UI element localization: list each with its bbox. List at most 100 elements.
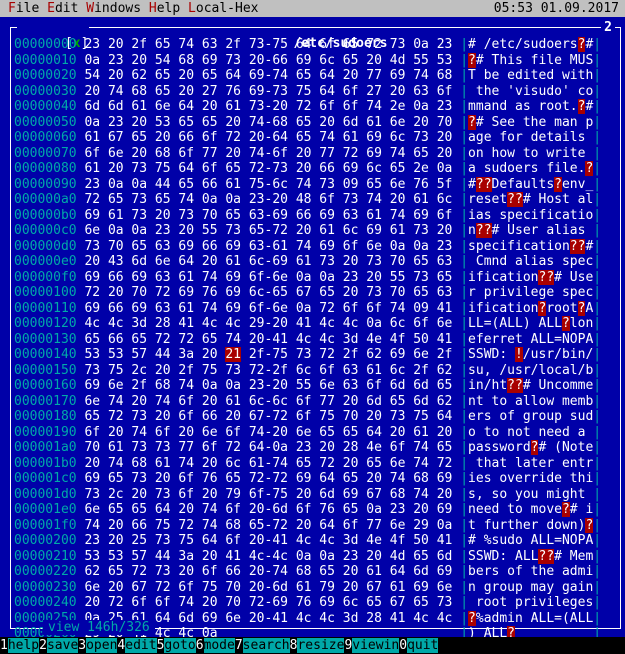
- hex-byte[interactable]: 73: [178, 208, 194, 223]
- hex-byte[interactable]: 6f: [366, 301, 382, 316]
- hex-byte[interactable]: 6f: [202, 161, 218, 176]
- ascii-char[interactable]: u: [476, 363, 484, 378]
- hex-byte[interactable]: 65: [155, 84, 171, 99]
- ascii-char[interactable]: e: [570, 161, 578, 176]
- ascii-char[interactable]: a: [476, 208, 484, 223]
- hex-byte[interactable]: 65: [131, 502, 147, 517]
- ascii-char[interactable]: i: [468, 471, 476, 486]
- ascii-char[interactable]: a: [468, 161, 476, 176]
- ascii-char[interactable]: t: [562, 192, 570, 207]
- hex-byte[interactable]: 6e: [84, 223, 100, 238]
- hex-byte[interactable]: 64: [155, 611, 171, 626]
- hex-byte[interactable]: 61: [155, 456, 171, 471]
- ascii-char[interactable]: o: [507, 440, 515, 455]
- ascii-char[interactable]: N: [562, 440, 570, 455]
- ascii-char[interactable]: s: [468, 487, 476, 502]
- ascii-char[interactable]: [507, 549, 515, 564]
- ascii-char[interactable]: e: [515, 471, 523, 486]
- ascii-char[interactable]: s: [523, 37, 531, 52]
- hex-byte[interactable]: 73: [155, 564, 171, 579]
- ascii-char[interactable]: i: [515, 285, 523, 300]
- hex-byte[interactable]: 77: [319, 146, 335, 161]
- ascii-char[interactable]: s: [468, 363, 476, 378]
- ascii-char[interactable]: d: [499, 161, 507, 176]
- ascii-char[interactable]: S: [476, 549, 484, 564]
- hex-byte[interactable]: 68: [390, 487, 406, 502]
- hex-byte[interactable]: 0a: [225, 192, 241, 207]
- hex-byte[interactable]: 65: [319, 285, 335, 300]
- ascii-char[interactable]: e: [562, 456, 570, 471]
- hex-row[interactable]: 000000f0 69 66 69 63 61 74 69 6f-6e 0a 0…: [14, 269, 620, 286]
- hex-byte[interactable]: 20: [202, 487, 218, 502]
- ascii-char[interactable]: r: [515, 440, 523, 455]
- hex-byte[interactable]: 50: [413, 332, 429, 347]
- ascii-char[interactable]: A: [499, 316, 507, 331]
- hex-byte[interactable]: 2f: [249, 347, 265, 362]
- ascii-char[interactable]: t: [515, 332, 523, 347]
- hex-byte[interactable]: 6f: [343, 239, 359, 254]
- hex-byte[interactable]: 63: [155, 301, 171, 316]
- hex-byte[interactable]: 20: [437, 146, 453, 161]
- hex-byte[interactable]: 69: [272, 208, 288, 223]
- hex-byte[interactable]: 4e: [366, 440, 382, 455]
- ascii-char[interactable]: [523, 502, 531, 517]
- hex-byte[interactable]: 6d: [178, 611, 194, 626]
- ascii-char[interactable]: r: [476, 409, 484, 424]
- hex-byte[interactable]: 73: [249, 99, 265, 114]
- hex-byte[interactable]: 6f: [202, 130, 218, 145]
- ascii-char[interactable]: a: [570, 223, 578, 238]
- hex-byte[interactable]: 69: [296, 471, 312, 486]
- hex-byte[interactable]: 66: [108, 332, 124, 347]
- hex-byte[interactable]: 57: [131, 549, 147, 564]
- hex-byte[interactable]: 6d: [413, 394, 429, 409]
- hex-byte[interactable]: 6f: [319, 99, 335, 114]
- hex-byte[interactable]: 65: [319, 425, 335, 440]
- ascii-char[interactable]: g: [484, 580, 492, 595]
- hex-byte[interactable]: 20: [225, 146, 241, 161]
- hex-byte[interactable]: 74: [413, 68, 429, 83]
- hex-byte[interactable]: 74: [390, 208, 406, 223]
- ascii-char[interactable]: n: [468, 502, 476, 517]
- hex-byte[interactable]: 67: [296, 285, 312, 300]
- ascii-char[interactable]: i: [546, 239, 554, 254]
- hex-byte[interactable]: 75: [202, 580, 218, 595]
- hex-byte[interactable]: 6f: [343, 84, 359, 99]
- hex-byte[interactable]: 63: [202, 37, 218, 52]
- ascii-char[interactable]: i: [507, 611, 515, 626]
- hex-byte[interactable]: 75: [249, 177, 265, 192]
- hex-byte[interactable]: 69: [84, 301, 100, 316]
- hex-byte[interactable]: 0a: [437, 518, 453, 533]
- hex-byte[interactable]: 65: [296, 456, 312, 471]
- ascii-char[interactable]: S: [468, 549, 476, 564]
- ascii-char[interactable]: [499, 564, 507, 579]
- hex-byte[interactable]: 20: [131, 394, 147, 409]
- ascii-char[interactable]: s: [484, 409, 492, 424]
- hex-byte[interactable]: 74: [202, 518, 218, 533]
- hex-byte[interactable]: 61: [366, 115, 382, 130]
- hex-byte[interactable]: 0a: [296, 270, 312, 285]
- ascii-control-char[interactable]: ?: [468, 52, 476, 68]
- hex-byte[interactable]: 66: [296, 208, 312, 223]
- ascii-char[interactable]: e: [515, 208, 523, 223]
- hex-byte[interactable]: 69: [296, 53, 312, 68]
- ascii-char[interactable]: e: [523, 223, 531, 238]
- hex-byte[interactable]: 74: [413, 487, 429, 502]
- hex-byte[interactable]: 65: [225, 471, 241, 486]
- hex-byte[interactable]: 69: [319, 239, 335, 254]
- ascii-char[interactable]: v: [546, 502, 554, 517]
- hex-byte[interactable]: 61: [131, 99, 147, 114]
- hex-byte[interactable]: 75: [202, 363, 218, 378]
- ascii-char[interactable]: o: [507, 564, 515, 579]
- ascii-char[interactable]: e: [554, 471, 562, 486]
- hex-byte[interactable]: 20: [202, 254, 218, 269]
- ascii-char[interactable]: L: [468, 316, 476, 331]
- ascii-char[interactable]: L: [554, 316, 562, 331]
- ascii-char[interactable]: [468, 595, 476, 610]
- ascii-char[interactable]: d: [499, 99, 507, 114]
- ascii-char[interactable]: L: [476, 316, 484, 331]
- hex-byte[interactable]: 63: [155, 239, 171, 254]
- hex-byte[interactable]: 6f: [155, 595, 171, 610]
- ascii-char[interactable]: d: [499, 254, 507, 269]
- hex-byte[interactable]: 66: [202, 409, 218, 424]
- hex-byte[interactable]: 6f: [343, 518, 359, 533]
